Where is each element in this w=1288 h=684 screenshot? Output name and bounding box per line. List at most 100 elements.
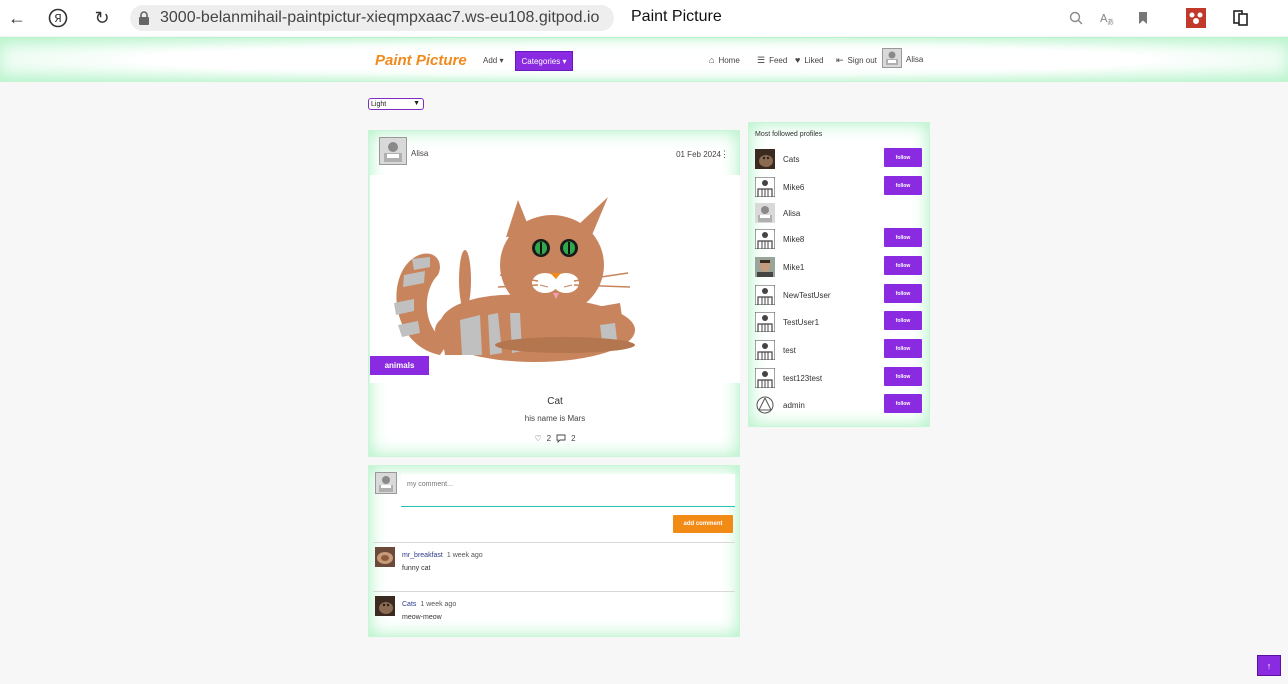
username-label: Alisa: [906, 55, 924, 64]
page-title: Paint Picture: [631, 8, 722, 25]
post-author[interactable]: Alisa: [411, 149, 428, 158]
avatar[interactable]: [755, 203, 775, 223]
translate-icon[interactable]: Aあ: [1097, 5, 1117, 31]
add-dropdown[interactable]: Add ▾: [483, 56, 503, 65]
post-stats: ♡ 2 2: [369, 434, 741, 445]
categories-dropdown[interactable]: Categories ▾: [515, 51, 573, 71]
post-image[interactable]: [370, 175, 740, 383]
divider: [373, 591, 735, 592]
nav-liked-label: Liked: [804, 55, 824, 65]
comment-input[interactable]: [401, 474, 735, 507]
nav-home-label: Home: [718, 55, 740, 65]
profile-row: TestUser1 follow: [749, 311, 931, 333]
follow-button[interactable]: follow: [884, 339, 922, 358]
bookmark-icon[interactable]: [1133, 5, 1153, 31]
collections-icon[interactable]: [1230, 5, 1252, 31]
avatar[interactable]: [375, 547, 395, 567]
nav-feed[interactable]: ☰ Feed: [757, 55, 787, 66]
back-arrow-icon[interactable]: ←: [4, 5, 30, 31]
sign-out-icon: ⇤: [836, 55, 844, 65]
post-date: 01 Feb 2024: [676, 150, 721, 159]
avatar[interactable]: [755, 149, 775, 169]
site-navbar: Paint Picture Add ▾ Categories ▾ ⌂ Home …: [0, 37, 1288, 82]
avatar[interactable]: [754, 339, 776, 361]
avatar: [375, 472, 397, 494]
profile-name[interactable]: Mike6: [783, 183, 804, 192]
follow-button[interactable]: follow: [884, 176, 922, 195]
nav-username[interactable]: Alisa: [906, 55, 923, 64]
cat-drawing: [394, 197, 635, 362]
follow-button[interactable]: follow: [884, 394, 922, 413]
profile-row: Cats follow: [749, 148, 931, 170]
category-badge[interactable]: animals: [370, 356, 429, 375]
profile-name[interactable]: Mike1: [783, 263, 804, 272]
theme-value: Light: [371, 100, 387, 108]
scroll-to-top-button[interactable]: ↑: [1257, 655, 1281, 676]
profile-row: NewTestUser follow: [749, 284, 931, 306]
follow-button[interactable]: follow: [884, 256, 922, 275]
profile-row: test123test follow: [749, 367, 931, 389]
nav-feed-label: Feed: [769, 56, 788, 65]
nav-signout[interactable]: ⇤ Sign out: [836, 55, 877, 66]
svg-text:あ: あ: [1107, 18, 1114, 25]
comment-text: funny cat: [402, 565, 431, 572]
follow-button[interactable]: follow: [884, 284, 922, 303]
comment-icon[interactable]: [556, 434, 566, 445]
add-comment-button[interactable]: add comment: [673, 515, 733, 533]
profile-row: Mike8 follow: [749, 228, 931, 250]
profile-name[interactable]: NewTestUser: [783, 291, 831, 300]
profile-name[interactable]: TestUser1: [783, 318, 819, 327]
svg-text:Я: Я: [54, 12, 62, 25]
avatar[interactable]: [754, 311, 776, 333]
nav-signout-label: Sign out: [847, 56, 877, 65]
categories-label: Categories: [521, 56, 561, 66]
follow-button[interactable]: follow: [884, 311, 922, 330]
brand-logo[interactable]: Paint Picture: [375, 52, 467, 69]
profile-row: Mike6 follow: [749, 176, 931, 198]
caret-down-icon: ▾: [497, 56, 504, 65]
profiles-title: Most followed profiles: [755, 131, 823, 138]
post-title: Cat: [547, 396, 563, 407]
follow-button[interactable]: follow: [884, 148, 922, 167]
comment-author[interactable]: mr_breakfast 1 week ago: [402, 552, 483, 559]
profile-name[interactable]: Cats: [783, 155, 799, 164]
comment-author[interactable]: Cats 1 week ago: [402, 601, 456, 608]
profile-name[interactable]: test: [783, 346, 796, 355]
profile-name[interactable]: test123test: [783, 374, 822, 383]
avatar[interactable]: [754, 284, 776, 306]
more-vertical-icon[interactable]: ⋮: [720, 149, 729, 160]
profile-name[interactable]: Alisa: [783, 209, 800, 218]
search-icon[interactable]: [1066, 5, 1086, 31]
avatar[interactable]: [754, 176, 776, 198]
reload-icon[interactable]: ↻: [89, 5, 115, 31]
profile-name[interactable]: Mike8: [783, 235, 804, 244]
avatar[interactable]: [375, 596, 395, 616]
avatar[interactable]: [882, 48, 902, 68]
extension-icon[interactable]: [1185, 5, 1207, 31]
follow-button[interactable]: follow: [884, 367, 922, 386]
comments-card: add comment mr_breakfast1 week ago funny…: [368, 465, 740, 637]
comment-author-name: mr_breakfast: [402, 552, 443, 559]
post-card: Alisa 01 Feb 2024 ⋮ animals Cat his name…: [368, 130, 740, 457]
avatar[interactable]: [755, 395, 775, 415]
comment-text: meow-meow: [402, 614, 442, 621]
avatar[interactable]: [754, 228, 776, 250]
url-text: 3000-belanmihail-paintpictur-xieqmpxaac7…: [160, 9, 600, 26]
most-followed-profiles: Most followed profiles Cats follow Mike6…: [748, 122, 930, 427]
add-label: Add: [483, 56, 498, 65]
profile-name[interactable]: admin: [783, 401, 805, 410]
nav-home[interactable]: ⌂ Home: [709, 55, 740, 65]
nav-liked[interactable]: ♥ Liked: [795, 55, 823, 65]
avatar[interactable]: [754, 367, 776, 389]
comment-time: 1 week ago: [446, 552, 483, 559]
theme-select[interactable]: Light ▼: [368, 98, 424, 110]
avatar[interactable]: [755, 257, 775, 277]
address-bar[interactable]: 3000-belanmihail-paintpictur-xieqmpxaac7…: [130, 5, 614, 31]
heart-outline-icon[interactable]: ♡: [534, 434, 541, 445]
follow-button[interactable]: follow: [884, 228, 922, 247]
author-avatar[interactable]: [379, 137, 407, 165]
profile-row: test follow: [749, 339, 931, 361]
home-icon: ⌂: [709, 55, 715, 65]
yandex-logo-icon[interactable]: Я: [45, 5, 71, 31]
list-icon: ☰: [757, 55, 766, 65]
